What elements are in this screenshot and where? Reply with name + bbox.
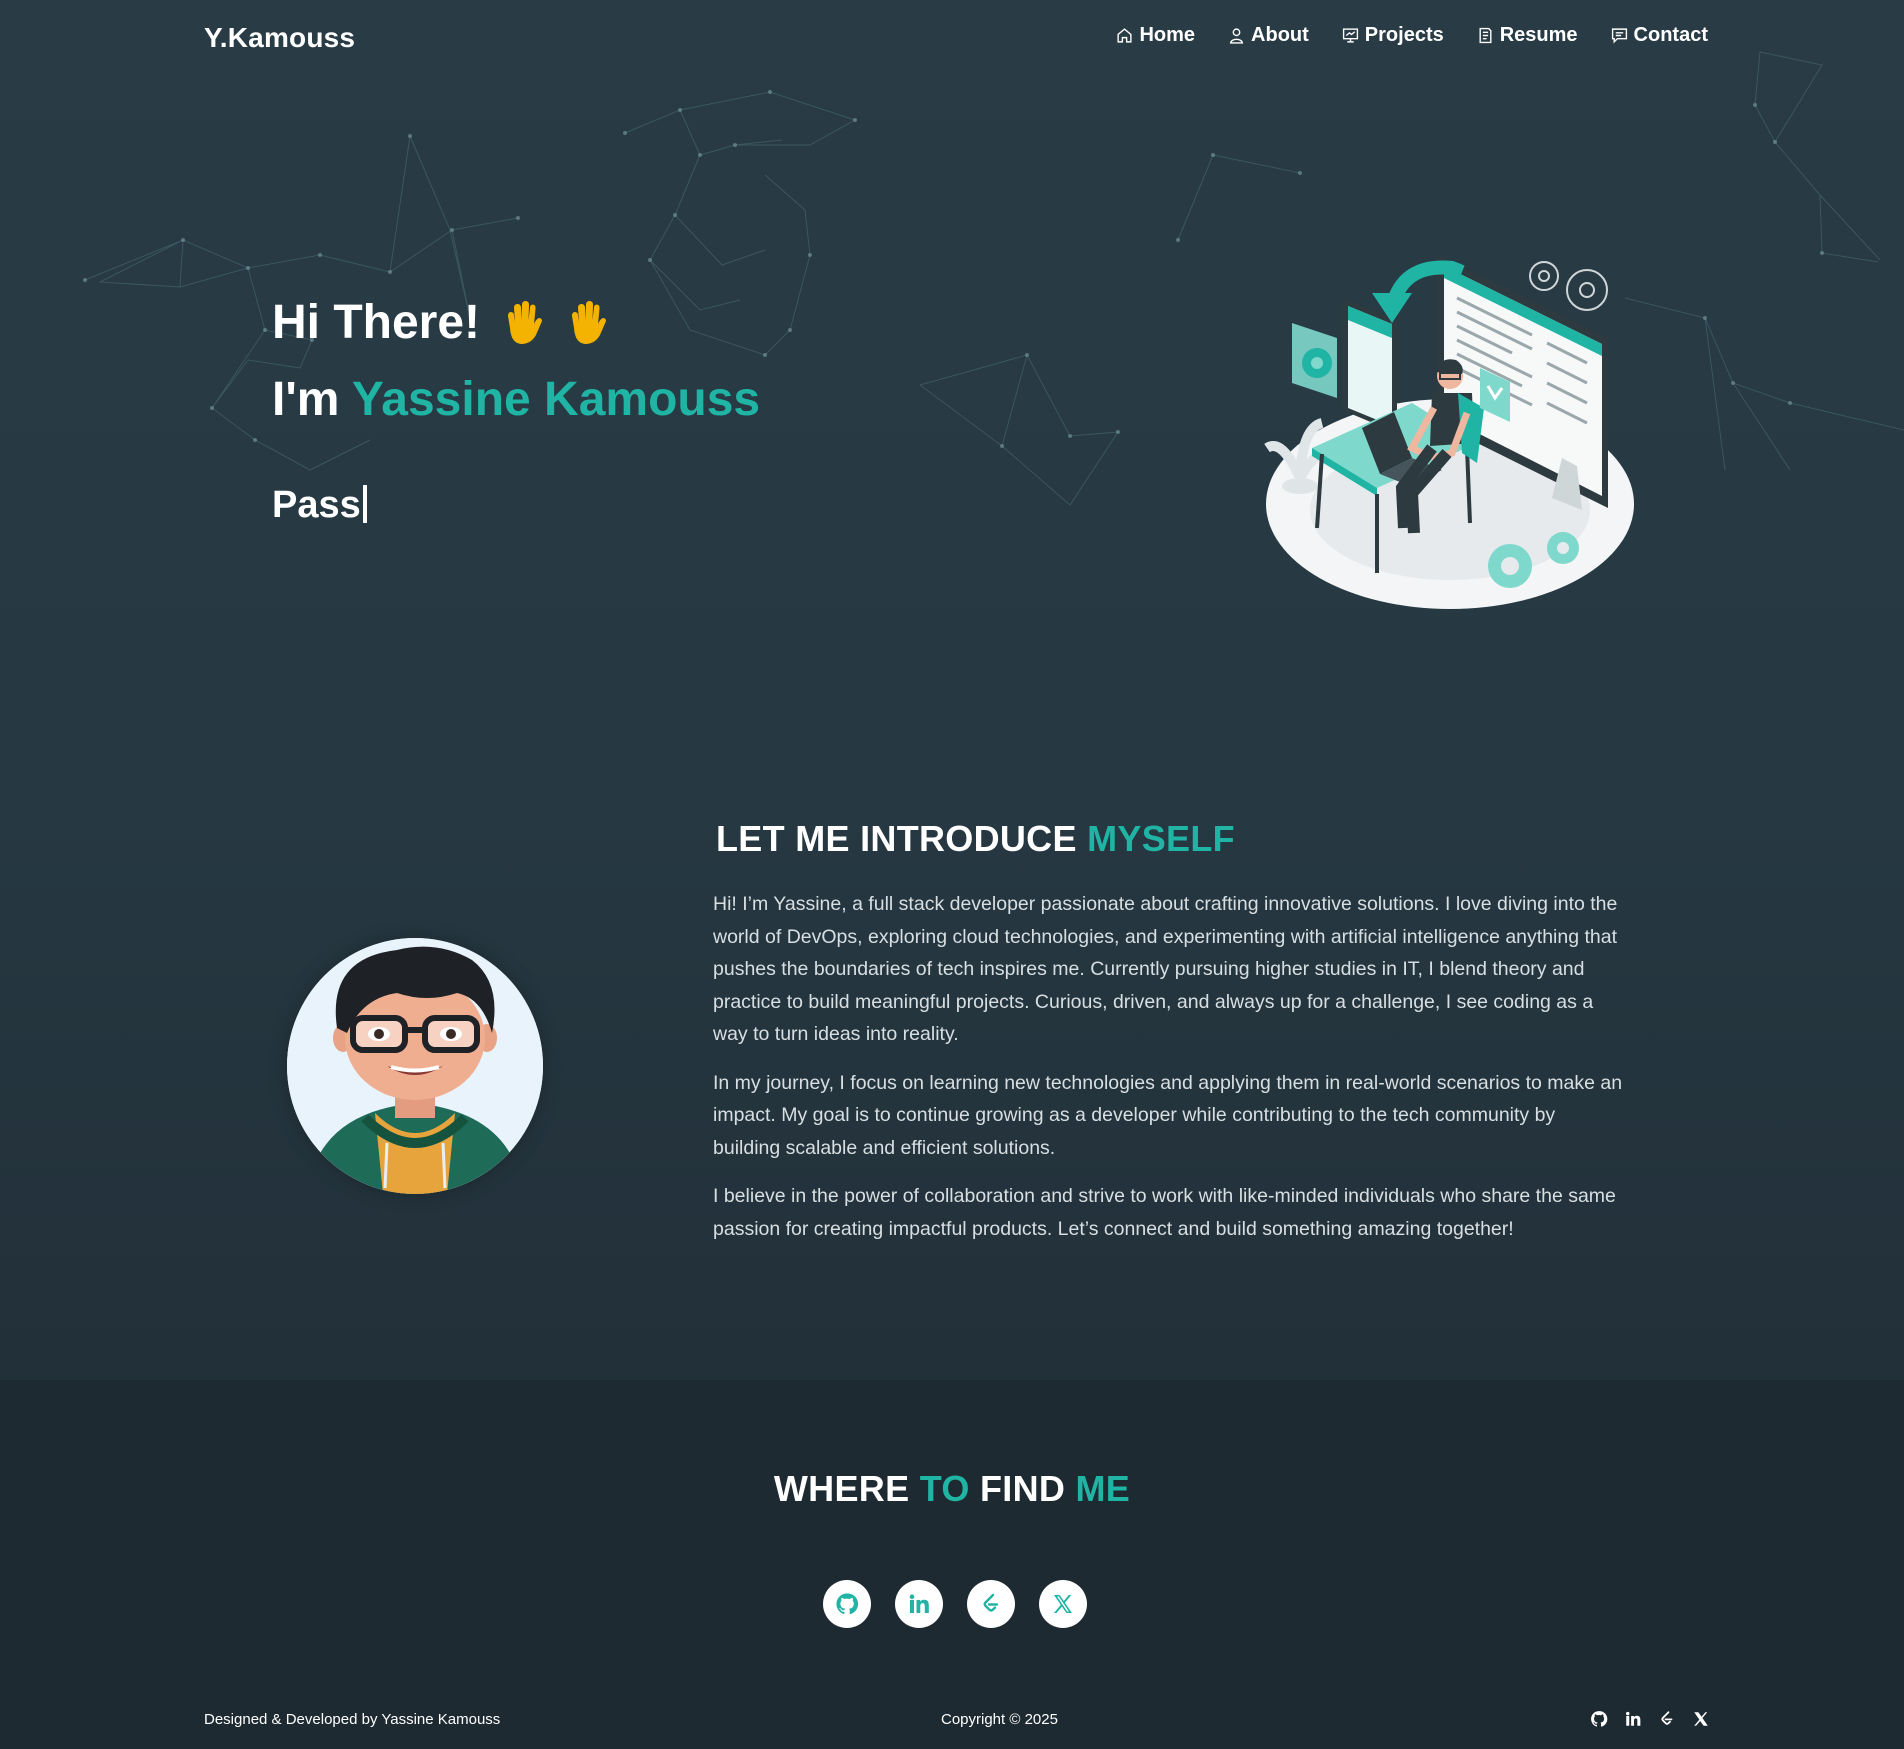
find-me-section <box>0 1380 1904 1749</box>
nav-home[interactable]: Home <box>1116 24 1195 47</box>
social-links <box>823 1580 1087 1628</box>
nav-about-label: About <box>1251 24 1309 46</box>
x-icon <box>1054 1595 1072 1613</box>
find-heading-accent: TO <box>919 1468 970 1509</box>
leetcode-button[interactable] <box>967 1580 1015 1628</box>
avatar <box>287 938 543 1194</box>
github-button[interactable] <box>823 1580 871 1628</box>
find-me-heading: WHERE TO FIND ME <box>0 1468 1904 1510</box>
nav-home-label: Home <box>1139 24 1196 46</box>
find-heading-accent: ME <box>1075 1468 1131 1509</box>
footer-copyright: Copyright © 2025 <box>941 1711 1058 1728</box>
typing-caret <box>362 485 367 523</box>
typewriter-text: Pass <box>272 484 367 527</box>
x-icon <box>1694 1712 1708 1726</box>
about-heading: LET ME INTRODUCE MYSELF <box>716 818 1235 860</box>
leetcode-icon <box>1661 1711 1673 1725</box>
brand-logo[interactable]: Y.Kamouss <box>204 22 355 54</box>
x-button[interactable] <box>1039 1580 1087 1628</box>
document-icon <box>1479 27 1492 44</box>
nav-projects-label: Projects <box>1364 24 1444 46</box>
nav-resume[interactable]: Resume <box>1477 24 1578 47</box>
user-icon <box>1229 28 1244 44</box>
footer-github-link[interactable] <box>1590 1710 1608 1728</box>
navbar: Y.Kamouss Home About Projects Resume Con… <box>0 0 1904 78</box>
nav-about[interactable]: About <box>1228 24 1309 47</box>
nav-resume-label: Resume <box>1499 24 1578 46</box>
hero-greeting: Hi There! <box>272 295 612 350</box>
about-heading-accent: MYSELF <box>1087 818 1235 859</box>
waving-hand-icon <box>508 300 543 344</box>
leetcode-icon <box>983 1593 999 1612</box>
github-icon <box>1591 1711 1608 1727</box>
home-icon <box>1117 28 1133 43</box>
about-text: Hi! I’m Yassine, a full stack developer … <box>713 888 1625 1261</box>
github-icon <box>836 1593 859 1615</box>
typed-value: Pass <box>272 484 361 526</box>
about-heading-main: LET ME INTRODUCE <box>716 818 1088 859</box>
chat-icon <box>1611 28 1627 44</box>
nav-contact-label: Contact <box>1633 24 1708 46</box>
about-paragraph: In my journey, I focus on learning new t… <box>713 1071 1623 1159</box>
greeting-text: Hi There! <box>272 296 481 349</box>
linkedin-icon <box>909 1594 929 1613</box>
find-heading-word: WHERE <box>773 1468 920 1509</box>
footer-x-link[interactable] <box>1692 1710 1710 1728</box>
developer-illustration <box>1264 254 1634 609</box>
presentation-icon <box>1342 28 1358 43</box>
nav-projects[interactable]: Projects <box>1342 24 1444 47</box>
linkedin-icon <box>1626 1711 1641 1726</box>
footer-linkedin-link[interactable] <box>1624 1710 1642 1728</box>
nav-contact[interactable]: Contact <box>1611 24 1708 47</box>
avatar-illustration <box>287 938 543 1194</box>
find-heading-word: FIND <box>969 1468 1076 1509</box>
hero-intro: I'm Yassine Kamouss <box>272 372 760 427</box>
about-paragraph: Hi! I’m Yassine, a full stack developer … <box>713 893 1618 1045</box>
nav-links: Home About Projects Resume Contact <box>1116 24 1708 47</box>
waving-hand-icon <box>572 300 607 344</box>
footer-credit: Designed & Developed by Yassine Kamouss <box>204 1711 501 1728</box>
hero-name: Yassine Kamouss <box>351 373 761 426</box>
footer-leetcode-link[interactable] <box>1658 1710 1676 1728</box>
about-paragraph: I believe in the power of collaboration … <box>713 1185 1616 1240</box>
footer-social-links <box>1590 1710 1710 1728</box>
linkedin-button[interactable] <box>895 1580 943 1628</box>
intro-prefix: I'm <box>272 373 352 426</box>
